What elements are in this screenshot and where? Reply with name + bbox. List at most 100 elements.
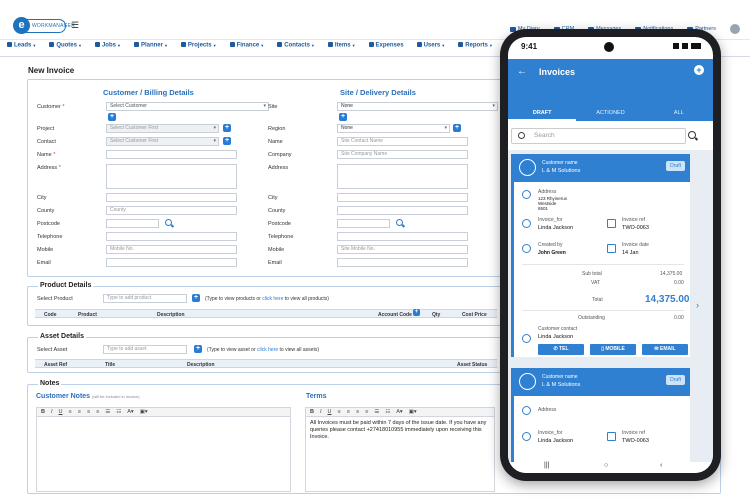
add-asset-button[interactable]: + <box>194 345 202 353</box>
menu-toggle-icon[interactable]: ☰ <box>71 20 79 31</box>
recents-icon[interactable]: ||| <box>544 462 549 469</box>
email-field[interactable] <box>106 258 237 267</box>
home-icon[interactable]: ○ <box>604 462 608 469</box>
align-center-icon[interactable]: ≡ <box>78 409 81 415</box>
tab-all[interactable]: ALL <box>645 107 713 121</box>
add-site-button[interactable]: + <box>339 113 347 121</box>
terms-italic-icon[interactable]: I <box>320 409 322 415</box>
customer-notes-editor[interactable] <box>36 417 291 492</box>
site-mobile-field[interactable]: Site Mobile No. <box>337 245 468 254</box>
site-telephone-field[interactable] <box>337 232 468 241</box>
align-left-icon[interactable]: ≡ <box>69 409 72 415</box>
nav-item-users[interactable]: Users▼ <box>416 42 445 55</box>
terms-align-left-icon[interactable]: ≡ <box>338 409 341 415</box>
site-county-field[interactable] <box>337 206 468 215</box>
region-label: Region <box>268 126 286 132</box>
name-label: Name * <box>37 152 56 158</box>
nav-item-label: Contacts <box>284 42 310 49</box>
add-contact-button[interactable]: + <box>223 137 231 145</box>
justify-icon[interactable]: ≡ <box>96 409 99 415</box>
notes-legend: Notes <box>38 380 62 387</box>
postcode-search-icon[interactable] <box>165 219 172 226</box>
signal-icon <box>673 43 679 49</box>
logo[interactable]: e WORKMANAGER <box>13 17 75 34</box>
invoice-card[interactable]: Customer name L & M Solutions Draft Addr… <box>511 154 690 357</box>
site-address-field[interactable] <box>337 164 468 189</box>
tab-actioned[interactable]: ACTIONED <box>576 107 644 121</box>
bullet-list-icon[interactable]: ☰ <box>105 409 110 415</box>
nav-item-projects[interactable]: Projects▼ <box>180 42 217 55</box>
nav-item-reports[interactable]: Reports▼ <box>458 42 493 55</box>
tel-button[interactable]: ✆ TEL <box>538 344 584 355</box>
postcode-field[interactable] <box>106 219 159 228</box>
align-right-icon[interactable]: ≡ <box>87 409 90 415</box>
contact-select[interactable]: Select Customer First <box>106 137 219 146</box>
bg-color-icon[interactable]: ▣▾ <box>140 409 148 415</box>
site-city-field[interactable] <box>337 193 468 202</box>
invoice-search-input[interactable]: Search <box>511 128 686 144</box>
add-project-button[interactable]: + <box>223 124 231 132</box>
nav-item-quotes[interactable]: Quotes▼ <box>49 42 82 55</box>
italic-icon[interactable]: I <box>51 409 53 415</box>
terms-justify-icon[interactable]: ≡ <box>365 409 368 415</box>
back-arrow-icon[interactable]: ← <box>517 66 527 77</box>
name-field[interactable] <box>106 150 237 159</box>
add-invoice-icon[interactable]: + <box>694 65 704 75</box>
terms-bullet-list-icon[interactable]: ☰ <box>374 409 379 415</box>
tab-draft[interactable]: DRAFT <box>508 107 577 121</box>
contact-icon <box>522 334 531 343</box>
project-select[interactable]: Select Customer First <box>106 124 219 133</box>
nav-item-items[interactable]: Items▼ <box>327 42 356 55</box>
terms-align-right-icon[interactable]: ≡ <box>356 409 359 415</box>
terms-text-color-icon[interactable]: A▾ <box>396 409 402 415</box>
site-name-field[interactable]: Site Contact Name <box>337 137 468 146</box>
site-email-field[interactable] <box>337 258 468 267</box>
nav-item-finance[interactable]: Finance▼ <box>229 42 264 55</box>
telephone-field[interactable] <box>106 232 237 241</box>
terms-bg-color-icon[interactable]: ▣▾ <box>409 409 417 415</box>
city-field[interactable] <box>106 193 237 202</box>
numbered-list-icon[interactable]: ☷ <box>116 409 121 415</box>
product-search-input[interactable]: Type to add product <box>103 294 187 303</box>
email-button[interactable]: ✉ EMAIL <box>642 344 688 355</box>
next-chevron-icon[interactable]: › <box>696 300 699 310</box>
mobile-button[interactable]: ▯ MOBILE <box>590 344 636 355</box>
customer-select[interactable]: Select Customer <box>106 102 269 111</box>
terms-numbered-list-icon[interactable]: ☷ <box>385 409 390 415</box>
add-account-code-button[interactable]: + <box>413 309 420 316</box>
user-avatar[interactable] <box>730 24 740 34</box>
nav-item-leads[interactable]: Leads▼ <box>7 42 36 55</box>
mobile-field[interactable]: Mobile No. <box>106 245 237 254</box>
terms-align-center-icon[interactable]: ≡ <box>347 409 350 415</box>
add-product-button[interactable]: + <box>192 294 200 302</box>
company-field[interactable]: Site Company Name <box>337 150 468 159</box>
document-icon <box>607 432 616 441</box>
text-color-icon[interactable]: A▾ <box>127 409 133 415</box>
search-icon[interactable] <box>688 131 696 139</box>
region-select[interactable]: None <box>337 124 450 133</box>
terms-underline-icon[interactable]: U <box>328 409 332 415</box>
site-postcode-field[interactable] <box>337 219 390 228</box>
nav-item-contacts[interactable]: Contacts▼ <box>277 42 315 55</box>
asset-search-input[interactable]: Type to add asset <box>103 345 187 354</box>
view-all-products-link[interactable]: click here <box>262 296 283 302</box>
add-region-button[interactable]: + <box>453 124 461 132</box>
app-bar: ← Invoices + DRAFT ACTIONED ALL <box>508 59 713 121</box>
nav-item-planner[interactable]: Planner▼ <box>133 42 168 55</box>
view-all-assets-link[interactable]: click here <box>257 347 278 353</box>
bold-icon[interactable]: B <box>41 409 45 415</box>
nav-icon <box>416 42 422 47</box>
terms-editor[interactable]: All Invoices must be paid within 7 days … <box>305 417 495 492</box>
invoice-card[interactable]: Customer name L & M Solutions Draft Addr… <box>511 368 690 466</box>
address-field[interactable] <box>106 164 237 189</box>
site-select[interactable]: None <box>337 102 498 111</box>
site-postcode-search-icon[interactable] <box>396 219 403 226</box>
nav-item-jobs[interactable]: Jobs▼ <box>94 42 121 55</box>
underline-icon[interactable]: U <box>59 409 63 415</box>
terms-bold-icon[interactable]: B <box>310 409 314 415</box>
county-field[interactable]: County <box>106 206 237 215</box>
nav-item-expenses[interactable]: Expenses <box>368 42 404 55</box>
add-customer-button[interactable]: + <box>108 113 116 121</box>
invoice-tabs: DRAFT ACTIONED ALL <box>508 107 713 121</box>
back-icon[interactable]: ‹ <box>660 462 662 469</box>
